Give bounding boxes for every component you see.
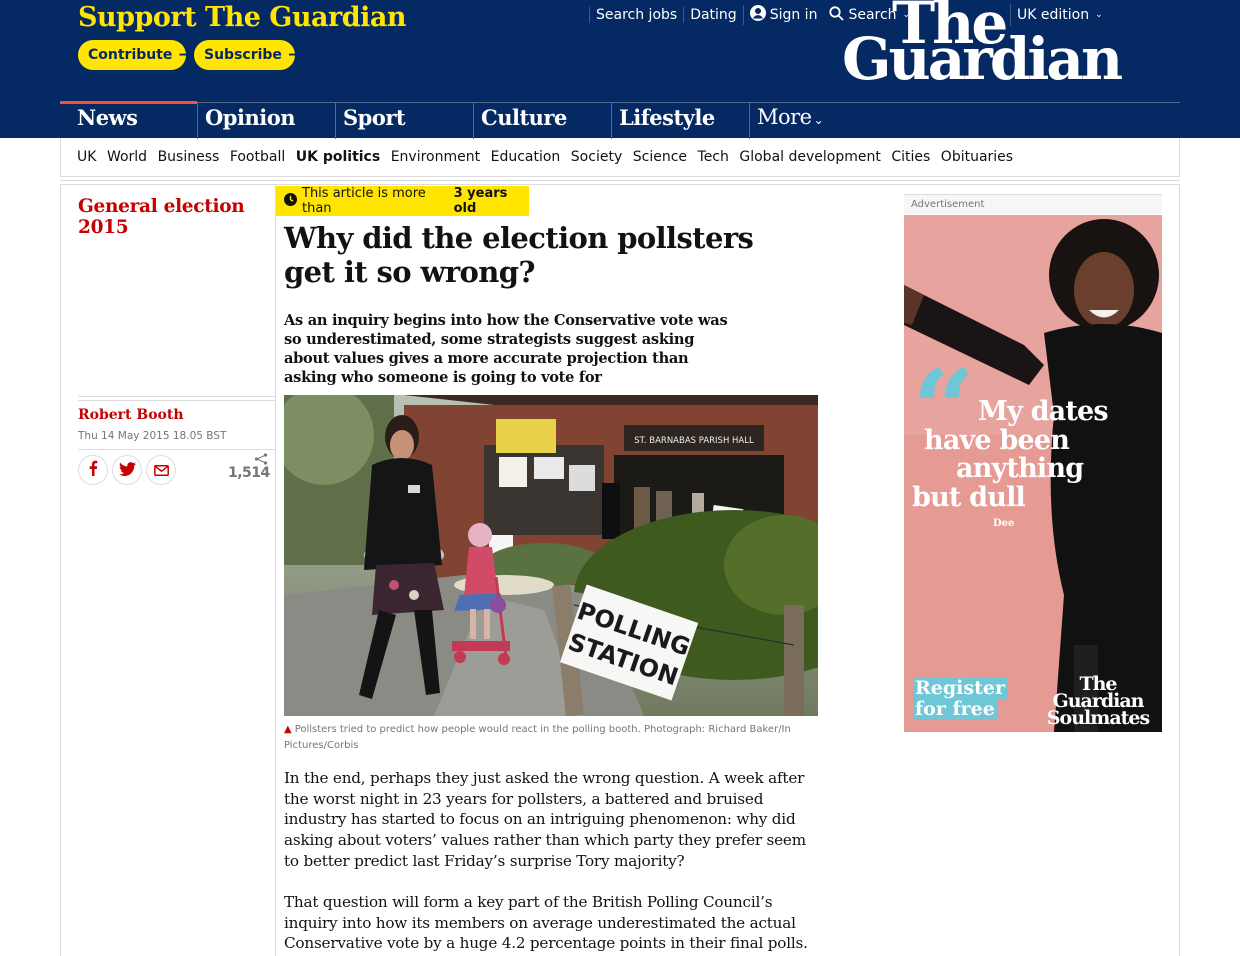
subnav-cities[interactable]: Cities	[891, 149, 930, 165]
masthead: Support The Guardian Contribute → Subscr…	[0, 0, 1240, 139]
advertisement-banner[interactable]: “ My dates have been anything but dull D…	[904, 215, 1162, 732]
pillar-nav: News Opinion Sport Culture Lifestyle Mor…	[60, 101, 1180, 139]
pillar-sport[interactable]: Sport	[336, 103, 474, 139]
subnav-global-development[interactable]: Global development	[739, 149, 880, 165]
ad-quote-line-4: but dull	[912, 481, 1026, 513]
twitter-icon	[118, 461, 136, 480]
pillar-news[interactable]: News	[60, 101, 198, 139]
section-label[interactable]: General election 2015	[78, 196, 258, 238]
frame-line-right	[1179, 185, 1180, 956]
chevron-down-icon: ⌄	[813, 113, 824, 127]
pillar-culture[interactable]: Culture	[474, 103, 612, 139]
subnav-society[interactable]: Society	[571, 149, 622, 165]
subnav-world[interactable]: World	[107, 149, 147, 165]
ad-quote-line-3: anything	[956, 453, 1084, 484]
triangle-icon: ▲	[284, 724, 292, 735]
pillar-lifestyle[interactable]: Lifestyle	[612, 103, 750, 139]
pillar-more[interactable]: More ⌄	[750, 103, 888, 139]
email-icon	[153, 461, 169, 480]
ad-quote: My dates have been anything but dull	[912, 396, 1112, 513]
ad-brand-line-3: Soulmates	[1046, 707, 1150, 729]
advertisement-label: Advertisement	[904, 194, 1162, 214]
article-paragraph: In the end, perhaps they just asked the …	[284, 769, 806, 870]
search-jobs-link[interactable]: Search jobs	[589, 7, 683, 23]
subnav-uk[interactable]: UK	[77, 149, 96, 165]
clock-icon	[284, 192, 297, 210]
frame-line-left	[60, 185, 61, 956]
pillar-spacer	[888, 103, 1180, 138]
subnav-business[interactable]: Business	[158, 149, 220, 165]
article-standfirst: As an inquiry begins into how the Conser…	[284, 312, 728, 386]
ad-attribution: Dee	[993, 518, 1015, 529]
hall-sign-text: ST. BARNABAS PARISH HALL	[634, 436, 754, 446]
dating-link[interactable]: Dating	[683, 7, 743, 23]
byline[interactable]: Robert Booth	[78, 407, 184, 423]
ad-register-line-1: Register	[913, 677, 1007, 699]
ad-register-cta[interactable]: Register for free	[913, 678, 1007, 720]
soulmates-logo: The Guardian Soulmates	[1040, 675, 1156, 729]
ad-quote-line-2: have been	[924, 424, 1070, 456]
share-email-button[interactable]	[146, 455, 176, 485]
user-icon	[749, 5, 766, 25]
article-age-notice: This article is more than 3 years old	[276, 186, 529, 216]
caption-text: Pollsters tried to predict how people wo…	[284, 724, 791, 751]
ad-register-line-2: for free	[913, 698, 997, 720]
article-headline: Why did the election pollsters get it so…	[284, 221, 754, 289]
sign-in-label: Sign in	[769, 7, 818, 23]
share-facebook-button[interactable]	[78, 455, 108, 485]
pillar-opinion[interactable]: Opinion	[198, 103, 336, 139]
share-buttons	[78, 455, 176, 485]
article-paragraph: That question will form a key part of th…	[284, 893, 808, 953]
subscribe-button[interactable]: Subscribe →	[194, 40, 302, 70]
arrow-right-icon: →	[178, 44, 193, 65]
age-notice-text: This article is more than	[302, 186, 426, 216]
sign-in-link[interactable]: Sign in	[742, 5, 824, 25]
share-count: 1,514	[228, 453, 270, 481]
subnav-environment[interactable]: Environment	[391, 149, 480, 165]
section-divider	[60, 176, 1180, 185]
subnav-obituaries[interactable]: Obituaries	[941, 149, 1013, 165]
subnav-uk-politics[interactable]: UK politics	[296, 149, 380, 165]
column-divider	[275, 185, 276, 956]
image-caption: ▲ Pollsters tried to predict how people w…	[284, 722, 804, 753]
subscribe-label: Subscribe	[204, 47, 282, 63]
meta-divider	[78, 396, 275, 402]
subnav-education[interactable]: Education	[491, 149, 561, 165]
meta-divider	[78, 449, 275, 450]
facebook-icon	[86, 460, 100, 480]
guardian-logo[interactable]: The Guardian	[842, 0, 1123, 92]
ad-quote-line-1: My dates	[978, 396, 1109, 427]
share-twitter-button[interactable]	[112, 455, 142, 485]
subnav-football[interactable]: Football	[230, 149, 285, 165]
dateline: Thu 14 May 2015 18.05 BST	[78, 430, 227, 442]
support-title: Support The Guardian	[78, 2, 406, 33]
subnav: UK World Business Football UK politics E…	[60, 138, 1180, 176]
arrow-right-icon: →	[287, 44, 303, 65]
subnav-science[interactable]: Science	[633, 149, 687, 165]
contribute-label: Contribute	[88, 47, 173, 63]
subnav-tech[interactable]: Tech	[698, 149, 729, 165]
age-notice-bold: 3 years old	[453, 186, 508, 216]
logo-line-2: Guardian	[842, 25, 1123, 93]
more-label: More	[757, 105, 812, 129]
contribute-button[interactable]: Contribute →	[78, 40, 193, 70]
article-main-image: ST. BARNABAS PARISH HALL POLLING STATION	[284, 395, 818, 716]
